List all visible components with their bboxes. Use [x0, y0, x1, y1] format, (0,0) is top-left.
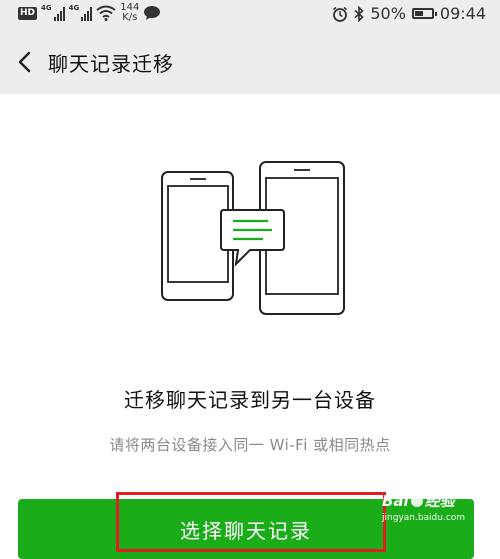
migration-headline: 迁移聊天记录到另一台设备 — [124, 388, 376, 412]
select-chat-history-button[interactable]: 选择聊天记录 — [18, 499, 474, 559]
bluetooth-icon — [354, 5, 365, 22]
status-left-group: HD 4G 4G 144 K/s — [18, 3, 161, 23]
signal-icon — [53, 6, 65, 21]
status-right-group: 50% 09:44 — [332, 4, 486, 23]
network-type-label-2: 4G — [68, 4, 80, 12]
page-title: 聊天记录迁移 — [48, 52, 174, 76]
signal-icon-2 — [81, 6, 93, 21]
network-speed: 144 K/s — [120, 3, 139, 23]
clock-time: 09:44 — [439, 4, 486, 23]
battery-icon — [411, 8, 437, 19]
message-bubble-icon — [144, 6, 161, 20]
hd-badge: HD — [18, 6, 38, 20]
network-speed-unit: K/s — [122, 12, 138, 23]
battery-percent: 50% — [370, 4, 406, 23]
network-type-label: 4G — [41, 4, 52, 12]
device-transfer-illustration — [161, 161, 345, 315]
wifi-icon — [96, 5, 116, 21]
back-arrow-icon[interactable] — [14, 50, 36, 74]
alarm-clock-icon — [333, 6, 348, 22]
app-bar: 聊天记录迁移 — [0, 30, 500, 94]
wifi-instruction: 请将两台设备接入同一 Wi-Fi 或相同热点 — [109, 436, 391, 454]
status-bar: HD 4G 4G 144 K/s 50% 09:44 — [0, 0, 500, 30]
